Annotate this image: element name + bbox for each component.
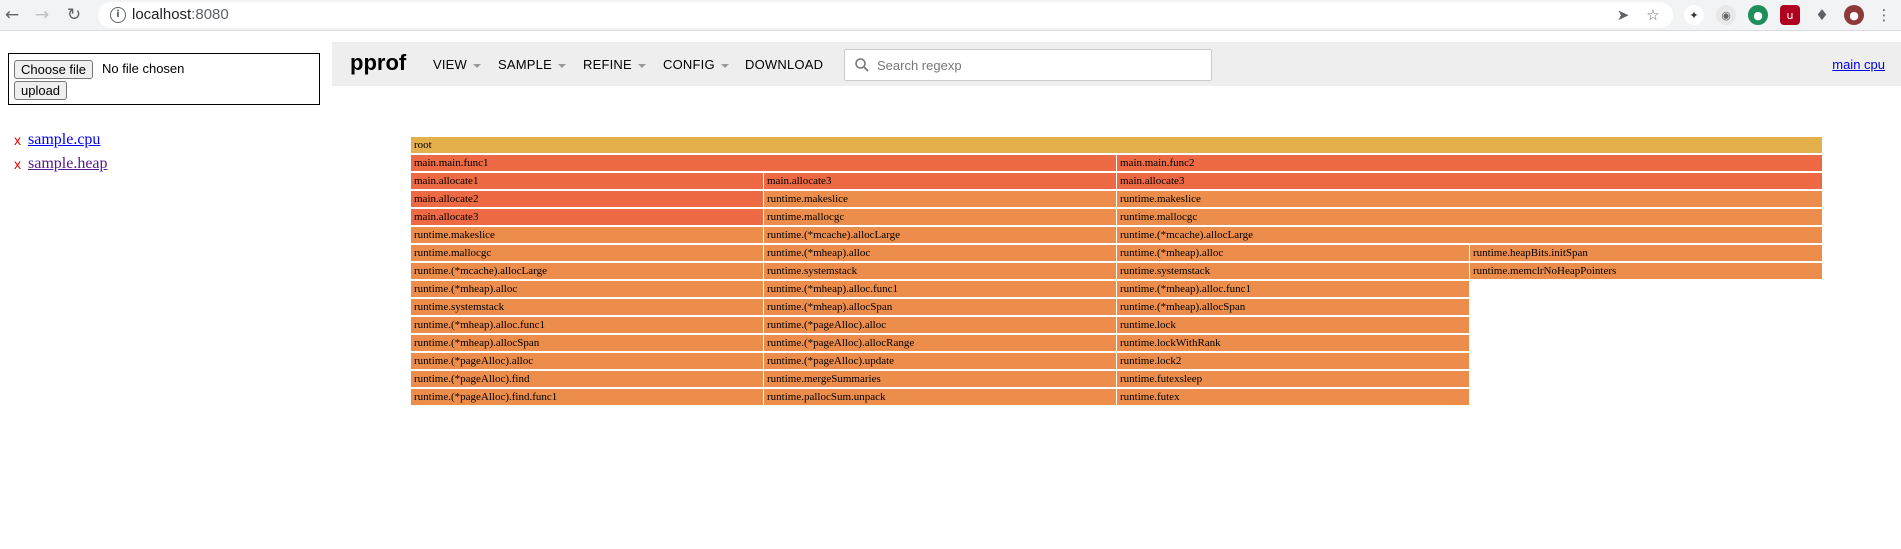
flame-frame[interactable]: runtime.systemstack: [1117, 263, 1470, 280]
flame-frame[interactable]: runtime.(*pageAlloc).update: [764, 353, 1117, 370]
flame-frame[interactable]: runtime.(*mcache).allocLarge: [764, 227, 1117, 244]
search-icon: [855, 58, 869, 72]
flame-frame[interactable]: runtime.mallocgc: [764, 209, 1117, 226]
flame-frame[interactable]: runtime.(*pageAlloc).alloc: [764, 317, 1117, 334]
flame-frame[interactable]: runtime.(*mheap).allocSpan: [411, 335, 764, 352]
pprof-header: pprof VIEW SAMPLE REFINE CONFIG DOWNLOAD…: [332, 42, 1901, 86]
flame-frame[interactable]: runtime.futex: [1117, 389, 1470, 406]
upload-form: Choose file No file chosen upload: [8, 53, 320, 105]
menu-refine-label: REFINE: [583, 57, 632, 72]
upload-button[interactable]: upload: [14, 81, 68, 100]
menu-download-label: DOWNLOAD: [745, 57, 824, 72]
flame-frame[interactable]: main.allocate3: [411, 209, 764, 226]
flame-frame[interactable]: runtime.systemstack: [411, 299, 764, 316]
menu-view[interactable]: VIEW: [433, 57, 482, 72]
flame-frame[interactable]: runtime.(*pageAlloc).find.func1: [411, 389, 764, 406]
file-item: x sample.cpu: [14, 128, 108, 152]
profile-link[interactable]: main cpu: [1832, 57, 1885, 72]
flame-frame[interactable]: runtime.(*mheap).alloc.func1: [1117, 281, 1470, 298]
profile-avatar[interactable]: ●: [1844, 5, 1864, 25]
menu-download[interactable]: DOWNLOAD: [745, 57, 823, 72]
flame-frame[interactable]: runtime.mallocgc: [1117, 209, 1823, 226]
flame-frame[interactable]: main.allocate2: [411, 191, 764, 208]
flame-frame[interactable]: runtime.heapBits.initSpan: [1470, 245, 1823, 262]
flame-frame[interactable]: runtime.(*mheap).alloc.func1: [411, 317, 764, 334]
flame-frame[interactable]: runtime.makeslice: [764, 191, 1117, 208]
flame-frame[interactable]: runtime.(*pageAlloc).find: [411, 371, 764, 388]
search-placeholder: Search regexp: [877, 58, 962, 73]
flame-frame[interactable]: main.main.func2: [1117, 155, 1823, 172]
flame-frame[interactable]: runtime.(*pageAlloc).allocRange: [764, 335, 1117, 352]
puzzle-icon[interactable]: ♦: [1812, 5, 1832, 25]
kebab-menu-icon[interactable]: ⋮: [1874, 5, 1894, 25]
file-link[interactable]: sample.cpu: [28, 131, 100, 149]
file-item: x sample.heap: [14, 152, 108, 176]
delete-file-icon[interactable]: x: [14, 156, 28, 172]
flame-frame[interactable]: root: [411, 137, 1823, 154]
url-host: localhost: [132, 6, 192, 23]
extension-icon-3[interactable]: ●: [1748, 5, 1768, 25]
caret-down-icon: [557, 63, 566, 68]
choose-file-button[interactable]: Choose file: [14, 60, 94, 79]
flame-frame[interactable]: runtime.lockWithRank: [1117, 335, 1470, 352]
file-link[interactable]: sample.heap: [28, 155, 108, 173]
flame-frame[interactable]: runtime.makeslice: [411, 227, 764, 244]
delete-file-icon[interactable]: x: [14, 132, 28, 148]
profile-file-list: x sample.cpu x sample.heap: [14, 128, 108, 176]
flame-frame[interactable]: main.allocate1: [411, 173, 764, 190]
flame-frame[interactable]: runtime.mergeSummaries: [764, 371, 1117, 388]
url-port: :8080: [191, 6, 229, 23]
flame-frame[interactable]: runtime.mallocgc: [411, 245, 764, 262]
flame-frame[interactable]: runtime.(*mheap).alloc.func1: [764, 281, 1117, 298]
flame-frame[interactable]: runtime.(*mheap).allocSpan: [764, 299, 1117, 316]
flame-frame[interactable]: runtime.(*mheap).allocSpan: [1117, 299, 1470, 316]
back-icon[interactable]: ←: [0, 3, 24, 27]
send-icon[interactable]: ➤: [1613, 5, 1633, 25]
caret-down-icon: [637, 63, 646, 68]
caret-down-icon: [720, 63, 729, 68]
flame-frame[interactable]: runtime.(*mheap).alloc: [411, 281, 764, 298]
browser-toolbar: ← → ↻ i localhost:8080 ➤ ☆ ✦ ◉ ● u ♦ ● ⋮: [0, 0, 1901, 31]
menu-refine[interactable]: REFINE: [583, 57, 646, 72]
flame-frame[interactable]: runtime.(*mcache).allocLarge: [1117, 227, 1823, 244]
flame-frame[interactable]: main.main.func1: [411, 155, 1117, 172]
flame-frame[interactable]: runtime.(*pageAlloc).alloc: [411, 353, 764, 370]
app-title: pprof: [350, 50, 407, 75]
flame-frame[interactable]: runtime.lock: [1117, 317, 1470, 334]
menu-config[interactable]: CONFIG: [663, 57, 729, 72]
flame-frame[interactable]: main.allocate3: [764, 173, 1117, 190]
star-icon[interactable]: ☆: [1643, 5, 1663, 25]
ublock-icon[interactable]: u: [1780, 5, 1800, 25]
flame-frame[interactable]: runtime.makeslice: [1117, 191, 1823, 208]
menu-sample-label: SAMPLE: [498, 57, 552, 72]
flame-frame[interactable]: runtime.systemstack: [764, 263, 1117, 280]
search-input[interactable]: Search regexp: [844, 49, 1212, 81]
flame-frame[interactable]: main.allocate3: [1117, 173, 1823, 190]
caret-down-icon: [473, 63, 482, 68]
menu-view-label: VIEW: [433, 57, 468, 72]
flame-frame[interactable]: runtime.pallocSum.unpack: [764, 389, 1117, 406]
reload-icon[interactable]: ↻: [62, 3, 86, 27]
flame-frame[interactable]: runtime.futexsleep: [1117, 371, 1470, 388]
forward-icon[interactable]: →: [30, 3, 54, 27]
flame-frame[interactable]: runtime.lock2: [1117, 353, 1470, 370]
address-bar[interactable]: i localhost:8080 ➤ ☆: [98, 2, 1673, 28]
extension-icon-2[interactable]: ◉: [1716, 5, 1736, 25]
flame-frame[interactable]: runtime.(*mcache).allocLarge: [411, 263, 764, 280]
url-text: localhost:8080: [132, 6, 229, 23]
flame-frame[interactable]: runtime.memclrNoHeapPointers: [1470, 263, 1823, 280]
info-icon[interactable]: i: [110, 7, 126, 23]
no-file-label: No file chosen: [102, 61, 185, 76]
menu-config-label: CONFIG: [663, 57, 715, 72]
flame-frame[interactable]: runtime.(*mheap).alloc: [1117, 245, 1470, 262]
extension-icon-1[interactable]: ✦: [1684, 5, 1704, 25]
flame-frame[interactable]: runtime.(*mheap).alloc: [764, 245, 1117, 262]
menu-sample[interactable]: SAMPLE: [498, 57, 566, 72]
